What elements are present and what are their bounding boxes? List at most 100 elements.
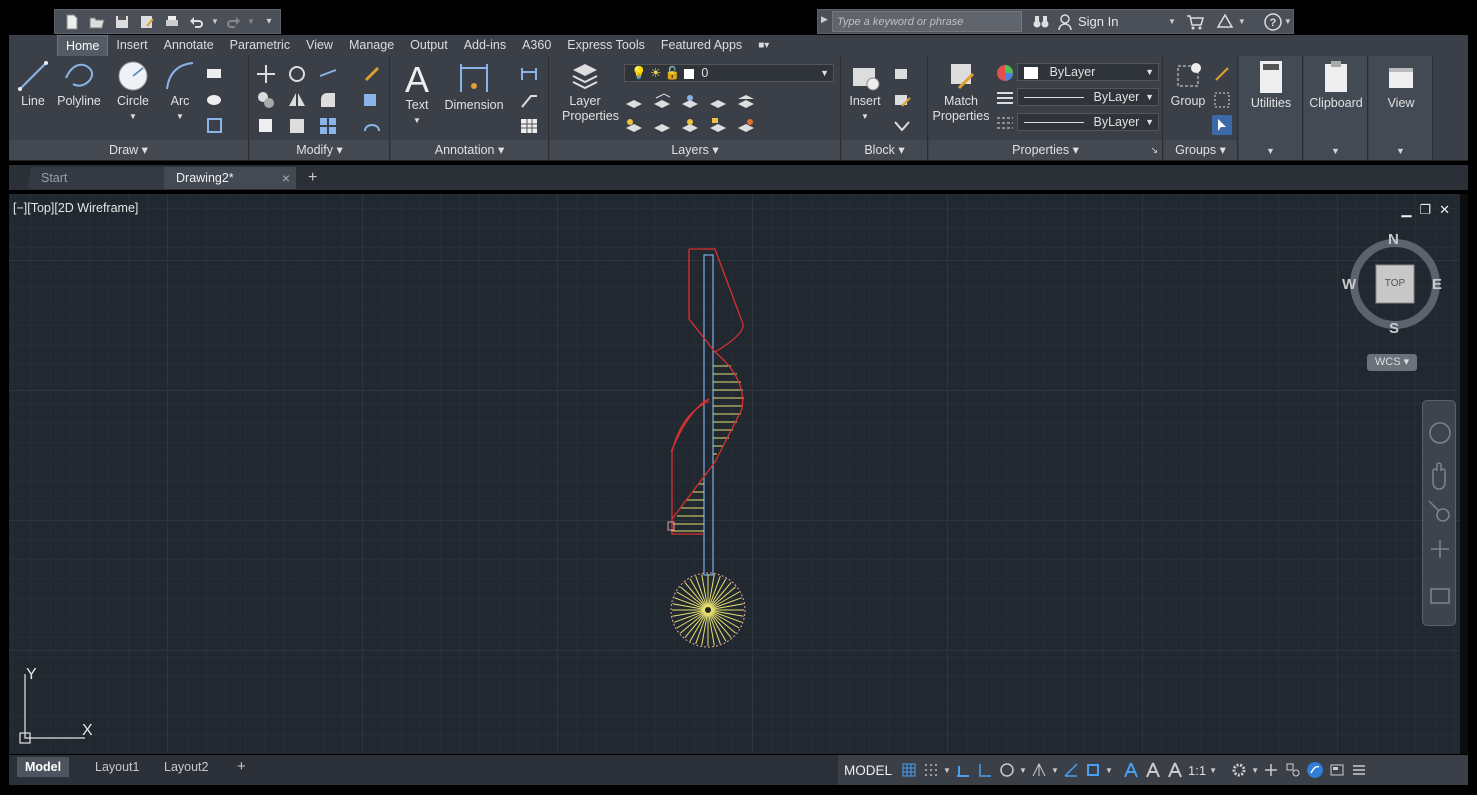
- layer-isolate-icon[interactable]: [652, 92, 672, 112]
- insert-button[interactable]: Insert ▼: [848, 60, 882, 124]
- clipboard-panel[interactable]: Clipboard ▼: [1304, 56, 1368, 160]
- layout-tab-layout1[interactable]: Layout1: [87, 757, 147, 777]
- layer-dropdown[interactable]: 💡 ☀ 🔓 0 ▼: [624, 64, 834, 82]
- save-icon[interactable]: [111, 12, 133, 32]
- grid-icon[interactable]: [898, 759, 920, 781]
- ungroup-icon[interactable]: [1212, 64, 1232, 84]
- layers-panel-title[interactable]: Layers ▾: [550, 140, 840, 160]
- scale-dropdown-icon[interactable]: ▼: [1208, 766, 1218, 775]
- view-dropdown-icon[interactable]: ▼: [1369, 146, 1432, 156]
- annotation-scale-icon[interactable]: [1164, 759, 1186, 781]
- viewcube-east[interactable]: E: [1432, 276, 1442, 293]
- ortho-icon[interactable]: [974, 759, 996, 781]
- layer-on-icon[interactable]: [624, 116, 644, 136]
- drawing-canvas[interactable]: [9, 194, 1460, 754]
- layer-properties-button[interactable]: Layer Properties: [562, 60, 619, 124]
- polar-tracking-icon[interactable]: [996, 759, 1018, 781]
- draw-panel-title[interactable]: Draw ▾: [9, 140, 248, 160]
- tab-annotate[interactable]: Annotate: [156, 35, 222, 56]
- isometric-icon[interactable]: [1028, 759, 1050, 781]
- properties-launcher-icon[interactable]: ↘: [1150, 140, 1158, 160]
- array-icon[interactable]: [362, 90, 382, 110]
- layer-lock-icon[interactable]: [708, 92, 728, 112]
- scale-icon[interactable]: [287, 116, 307, 136]
- dimension-button[interactable]: Dimension: [441, 60, 507, 113]
- clipboard-dropdown-icon[interactable]: ▼: [1304, 146, 1367, 156]
- viewcube-south[interactable]: S: [1389, 320, 1399, 337]
- annotation-scale-value[interactable]: 1:1: [1186, 763, 1208, 778]
- tab-manage[interactable]: Manage: [341, 35, 402, 56]
- object-snap-tracking-icon[interactable]: [1060, 759, 1082, 781]
- ribbon-options-icon[interactable]: ■▾: [750, 35, 777, 56]
- autodesk-exchange-icon[interactable]: [1214, 12, 1236, 32]
- annotation-visibility-icon[interactable]: [1120, 759, 1142, 781]
- customize-qat-icon[interactable]: ▾: [258, 12, 280, 32]
- tab-parametric[interactable]: Parametric: [222, 35, 298, 56]
- polar-dropdown-icon[interactable]: ▼: [1018, 766, 1028, 775]
- trim-icon[interactable]: [318, 64, 338, 84]
- osnap-dropdown-icon[interactable]: ▼: [1104, 766, 1114, 775]
- isometric-dropdown-icon[interactable]: ▼: [1050, 766, 1060, 775]
- vertical-scrollbar[interactable]: [1460, 194, 1468, 754]
- boundary-icon[interactable]: [205, 116, 225, 136]
- group-select-icon[interactable]: [1212, 115, 1232, 135]
- new-icon[interactable]: [61, 12, 83, 32]
- binoculars-icon[interactable]: [1030, 12, 1052, 32]
- linear-dim-icon[interactable]: [519, 64, 539, 84]
- viewcube-north[interactable]: N: [1388, 231, 1399, 248]
- fillet-icon[interactable]: [318, 90, 338, 110]
- snap-dropdown-icon[interactable]: ▼: [942, 766, 952, 775]
- utilities-panel[interactable]: Utilities ▼: [1239, 56, 1303, 160]
- wcs-menu[interactable]: WCS ▾: [1367, 354, 1417, 371]
- match-properties-button[interactable]: Match Properties: [931, 60, 991, 124]
- polyline-button[interactable]: Polyline: [53, 60, 105, 109]
- redo-icon[interactable]: [222, 12, 244, 32]
- modify-panel-title[interactable]: Modify ▾: [250, 140, 389, 160]
- snap-mode-icon[interactable]: [920, 759, 942, 781]
- color-dropdown[interactable]: ByLayer ▼: [1017, 63, 1159, 81]
- table-icon[interactable]: [519, 116, 539, 136]
- hatch-icon[interactable]: [205, 90, 225, 110]
- layer-freeze-icon[interactable]: [680, 92, 700, 112]
- redo-dropdown-icon[interactable]: ▼: [247, 12, 255, 32]
- help-icon[interactable]: ?: [1262, 12, 1284, 32]
- exchange-dropdown-icon[interactable]: ▼: [1238, 17, 1246, 26]
- layer-walk-icon[interactable]: [736, 116, 756, 136]
- workspace-gear-icon[interactable]: [1228, 759, 1250, 781]
- leader-icon[interactable]: [519, 90, 539, 110]
- tab-home[interactable]: Home: [57, 35, 109, 56]
- customization-menu-icon[interactable]: [1348, 759, 1370, 781]
- viewcube[interactable]: N S E W TOP: [1342, 231, 1446, 337]
- view-panel[interactable]: View ▼: [1369, 56, 1433, 160]
- expand-arrow-icon[interactable]: ▶: [821, 14, 828, 25]
- tab-express-tools[interactable]: Express Tools: [559, 35, 653, 56]
- layer-off-icon[interactable]: [624, 92, 644, 112]
- group-button[interactable]: Group: [1168, 60, 1208, 109]
- print-icon[interactable]: [161, 12, 183, 32]
- annotation-panel-title[interactable]: Annotation ▾: [391, 140, 548, 160]
- stretch-icon[interactable]: [256, 116, 276, 136]
- tab-drawing[interactable]: Drawing2* ×: [164, 167, 296, 189]
- search-input[interactable]: [832, 11, 1022, 32]
- viewcube-top-face[interactable]: TOP: [1376, 278, 1414, 289]
- erase-icon[interactable]: [362, 64, 382, 84]
- close-tab-icon[interactable]: ×: [282, 167, 290, 189]
- lineweight-dropdown[interactable]: ByLayer ▼: [1017, 88, 1159, 106]
- undo-dropdown-icon[interactable]: ▼: [211, 12, 219, 32]
- help-dropdown-icon[interactable]: ▼: [1284, 17, 1292, 26]
- tab-start[interactable]: Start: [27, 167, 171, 189]
- text-button[interactable]: A Text ▼: [397, 60, 437, 128]
- offset-icon[interactable]: [362, 116, 382, 136]
- arc-button[interactable]: Arc ▼: [163, 60, 197, 124]
- infer-constraints-icon[interactable]: [952, 759, 974, 781]
- tab-output[interactable]: Output: [402, 35, 456, 56]
- layer-thaw-icon[interactable]: [680, 116, 700, 136]
- viewcube-west[interactable]: W: [1342, 276, 1356, 293]
- move-icon[interactable]: [256, 64, 276, 84]
- sign-in-dropdown-icon[interactable]: ▼: [1168, 17, 1176, 26]
- properties-panel-title[interactable]: Properties ▾ ↘: [929, 140, 1162, 160]
- linetype-dropdown[interactable]: ByLayer ▼: [1017, 113, 1159, 131]
- rotate-icon[interactable]: [287, 64, 307, 84]
- isolate-objects-icon[interactable]: [1282, 759, 1304, 781]
- circle-button[interactable]: Circle ▼: [113, 60, 153, 124]
